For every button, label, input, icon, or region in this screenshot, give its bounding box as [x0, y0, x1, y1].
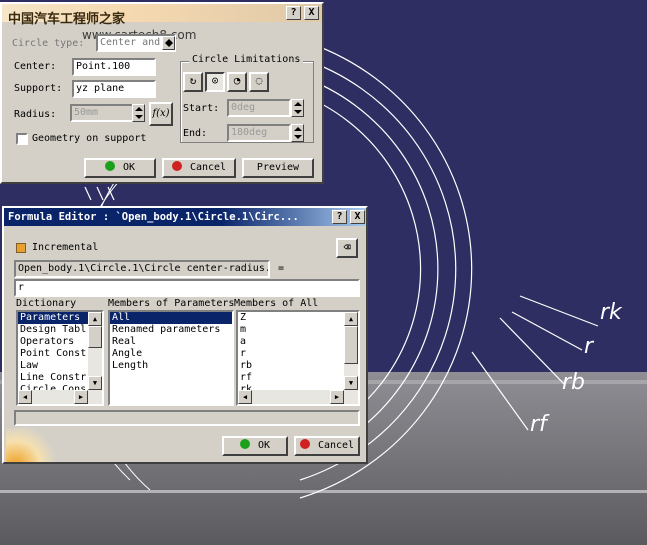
label-rf: rf [530, 412, 547, 437]
dictionary-list[interactable]: Parameters Design Tabl Operators Point C… [16, 310, 104, 406]
scrollbar[interactable]: ◀ ▶ [238, 390, 358, 404]
scrollbar[interactable]: ▲ ▼ [344, 312, 358, 390]
close-button[interactable]: X [304, 6, 319, 20]
full-circle-icon[interactable]: ↻ [183, 72, 203, 92]
list-item[interactable]: All [110, 312, 232, 324]
geometry-on-support-label: Geometry on support [32, 133, 147, 144]
end-field[interactable]: 180deg [227, 124, 291, 142]
label-r: r [584, 334, 594, 359]
dictionary-header: Dictionary [16, 298, 77, 309]
center-label: Center: [14, 61, 57, 72]
circle-limitations-group: Circle Limitations ↻ ⊙ ◔ ◌ Start: 0deg E… [180, 54, 314, 143]
list-item[interactable]: m [238, 324, 358, 336]
end-label: End: [183, 128, 208, 139]
cancel-button[interactable]: Cancel [162, 158, 236, 178]
help-button[interactable]: ? [332, 210, 347, 224]
start-label: Start: [183, 103, 220, 114]
eraser-icon[interactable]: ⌫ [336, 238, 358, 258]
circle-definition-dialog: 中国汽车工程师之家 www.cartech8.com ? X Circle ty… [0, 2, 324, 184]
geometry-on-support-checkbox[interactable] [16, 133, 28, 145]
formula-editor-titlebar[interactable]: Formula Editor : `Open_body.1\Circle.1\C… [4, 208, 366, 226]
list-item[interactable]: Real [110, 336, 232, 348]
equals-sign: = [278, 263, 285, 274]
members-of-parameters-header: Members of Parameters [108, 298, 235, 309]
list-item[interactable]: Renamed parameters [110, 324, 232, 336]
formula-editor-dialog: Formula Editor : `Open_body.1\Circle.1\C… [2, 206, 368, 464]
watermark-title: 中国汽车工程师之家 [8, 12, 126, 27]
members-of-all-header: Members of All [234, 298, 319, 309]
ok-button[interactable]: OK [84, 158, 156, 178]
radius-field[interactable]: 50mm [70, 104, 134, 122]
catia-logo [6, 428, 56, 462]
description-bar [14, 410, 360, 426]
list-item[interactable]: Length [110, 360, 232, 372]
label-rb: rb [562, 370, 586, 395]
trimmed-circle-icon[interactable]: ⊙ [205, 72, 225, 92]
formula-fx-button[interactable]: f(x) [149, 102, 173, 126]
end-spinner[interactable] [291, 124, 304, 142]
start-field[interactable]: 0deg [227, 99, 291, 117]
list-item[interactable]: a [238, 336, 358, 348]
list-item[interactable]: Z [238, 312, 358, 324]
list-item[interactable]: rb [238, 360, 358, 372]
label-rk: rk [600, 300, 622, 325]
start-spinner[interactable] [291, 99, 304, 117]
preview-button[interactable]: Preview [242, 158, 314, 178]
scrollbar[interactable]: ▲ ▼ [88, 312, 102, 390]
arc-circle-icon[interactable]: ◌ [249, 72, 269, 92]
radius-spinner[interactable] [132, 104, 145, 122]
support-label: Support: [14, 83, 63, 94]
chevron-down-icon[interactable] [162, 36, 175, 50]
cancel-button[interactable]: Cancel [294, 436, 360, 456]
circle-limitations-title: Circle Limitations [189, 54, 304, 65]
help-button[interactable]: ? [286, 6, 301, 20]
list-item[interactable]: rf [238, 372, 358, 384]
formula-input[interactable]: r [14, 279, 360, 297]
members-of-parameters-list[interactable]: All Renamed parameters Real Angle Length [108, 310, 234, 406]
circle-type-label: Circle type: [12, 38, 85, 49]
radius-label: Radius: [14, 109, 57, 120]
list-item[interactable]: Angle [110, 348, 232, 360]
incremental-checkbox[interactable] [16, 243, 26, 253]
list-item[interactable]: r [238, 348, 358, 360]
members-of-all-list[interactable]: Z m a r rb rf rk ▲ ▼ ◀ ▶ [236, 310, 360, 406]
center-field[interactable]: Point.100 [72, 58, 156, 76]
incremental-label: Incremental [32, 242, 99, 253]
scrollbar[interactable]: ◀ ▶ [18, 390, 102, 404]
parameter-path: Open_body.1\Circle.1\Circle center-radiu… [14, 260, 270, 278]
support-field[interactable]: yz plane [72, 80, 156, 98]
close-button[interactable]: X [350, 210, 365, 224]
complement-circle-icon[interactable]: ◔ [227, 72, 247, 92]
ok-button[interactable]: OK [222, 436, 288, 456]
